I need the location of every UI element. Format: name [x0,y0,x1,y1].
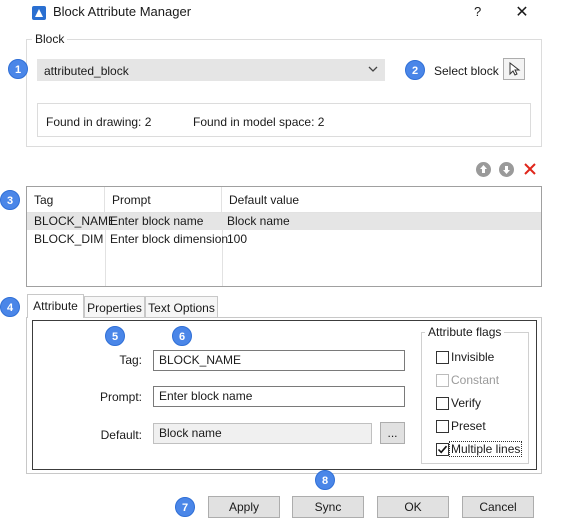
verify-label: Verify [451,396,482,410]
default-field[interactable]: Block name [153,423,372,444]
cell-default: Block name [227,214,290,228]
help-button[interactable]: ? [474,4,481,19]
tab-attribute[interactable]: Attribute [27,294,84,318]
app-icon [32,6,46,20]
callout-badge: 6 [172,326,192,346]
arrow-down-icon [503,166,510,174]
apply-button[interactable]: Apply [208,496,280,518]
select-block-label: Select block [434,64,499,78]
remove-button[interactable] [522,160,538,178]
cancel-button[interactable]: Cancel [462,496,534,518]
checkmark-icon [437,445,448,454]
pointer-icon [509,61,521,76]
prompt-label: Prompt: [99,390,142,404]
verify-checkbox[interactable] [436,397,449,410]
browse-default-button[interactable]: ... [380,422,405,444]
preset-label: Preset [451,419,486,433]
title-bar: Block Attribute Manager ? ✕ [0,0,568,26]
table-row[interactable]: BLOCK_DIM Enter block dimension 100 [27,231,541,248]
callout-badge: 7 [175,497,195,517]
callout-badge: 5 [105,326,125,346]
callout-badge: 4 [0,297,20,317]
prompt-field[interactable]: Enter block name [153,386,405,407]
multiple-lines-label: Multiple lines [449,441,523,457]
sync-button[interactable]: Sync [292,496,364,518]
move-up-button[interactable] [476,162,491,177]
move-down-button[interactable] [499,162,514,177]
callout-badge: 1 [8,59,28,79]
window-title: Block Attribute Manager [53,4,192,19]
cell-tag: BLOCK_DIM [34,232,104,246]
arrow-up-icon [480,165,487,173]
invisible-label: Invisible [451,350,495,364]
chevron-down-icon [368,66,378,72]
callout-badge: 8 [315,470,335,490]
column-header-default[interactable]: Default value [222,187,541,213]
multiple-lines-checkbox[interactable] [436,443,449,456]
constant-checkbox[interactable] [436,374,449,387]
cell-prompt: Enter block name [110,214,204,228]
block-group-label: Block [32,32,68,46]
column-header-prompt[interactable]: Prompt [105,187,222,213]
ok-button[interactable]: OK [377,496,449,518]
cell-prompt: Enter block dimension [110,232,229,246]
invisible-checkbox[interactable] [436,351,449,364]
default-label: Default: [100,428,142,442]
attribute-flags-label: Attribute flags [425,325,505,339]
table-row[interactable]: BLOCK_NAME Enter block name Block name [27,213,541,230]
tag-label: Tag: [119,353,142,367]
callout-badge: 3 [0,190,20,210]
found-in-model-space: Found in model space: 2 [193,115,325,129]
select-block-button[interactable] [503,58,525,80]
block-dropdown-value: attributed_block [44,64,129,78]
tag-field[interactable]: BLOCK_NAME [153,350,405,371]
attribute-table: Tag Prompt Default value BLOCK_NAME Ente… [26,186,542,287]
found-in-drawing: Found in drawing: 2 [46,115,152,129]
column-header-tag[interactable]: Tag [27,187,105,213]
callout-badge: 2 [405,60,425,80]
preset-checkbox[interactable] [436,420,449,433]
close-button[interactable]: ✕ [514,2,530,22]
tab-text-options[interactable]: Text Options [145,296,218,318]
tab-properties[interactable]: Properties [84,296,145,318]
constant-label: Constant [451,373,500,387]
remove-x-icon [524,163,536,175]
cell-default: 100 [227,232,248,246]
